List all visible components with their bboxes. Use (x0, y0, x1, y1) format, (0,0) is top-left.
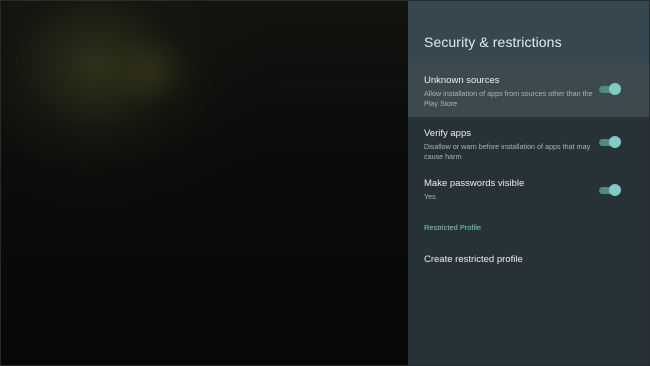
toggle-thumb (609, 83, 621, 95)
screen: Security & restrictions Unknown sources … (0, 0, 650, 366)
setting-unknown-sources[interactable]: Unknown sources Allow installation of ap… (408, 63, 649, 117)
setting-make-passwords-visible[interactable]: Make passwords visible Yes (408, 167, 649, 207)
setting-title: Verify apps (424, 128, 471, 139)
toggle-thumb (609, 184, 621, 196)
setting-subtitle: Allow installation of apps from sources … (424, 89, 593, 108)
section-label-restricted-profile: Restricted Profile (424, 223, 482, 232)
setting-verify-apps[interactable]: Verify apps Disallow or warn before inst… (408, 117, 649, 167)
verify-apps-toggle[interactable] (599, 136, 621, 149)
passwords-visible-toggle[interactable] (599, 184, 621, 197)
create-restricted-profile-button[interactable]: Create restricted profile (408, 254, 649, 265)
panel-header: Security & restrictions (408, 1, 649, 63)
unknown-sources-toggle[interactable] (599, 83, 621, 96)
setting-subtitle: Disallow or warn before installation of … (424, 142, 591, 161)
setting-title: Make passwords visible (424, 178, 525, 189)
background-wallpaper (1, 1, 408, 365)
setting-title: Unknown sources (424, 75, 500, 86)
setting-subtitle: Yes (424, 192, 436, 201)
page-title: Security & restrictions (424, 34, 562, 50)
settings-panel: Security & restrictions Unknown sources … (408, 1, 649, 365)
toggle-thumb (609, 136, 621, 148)
